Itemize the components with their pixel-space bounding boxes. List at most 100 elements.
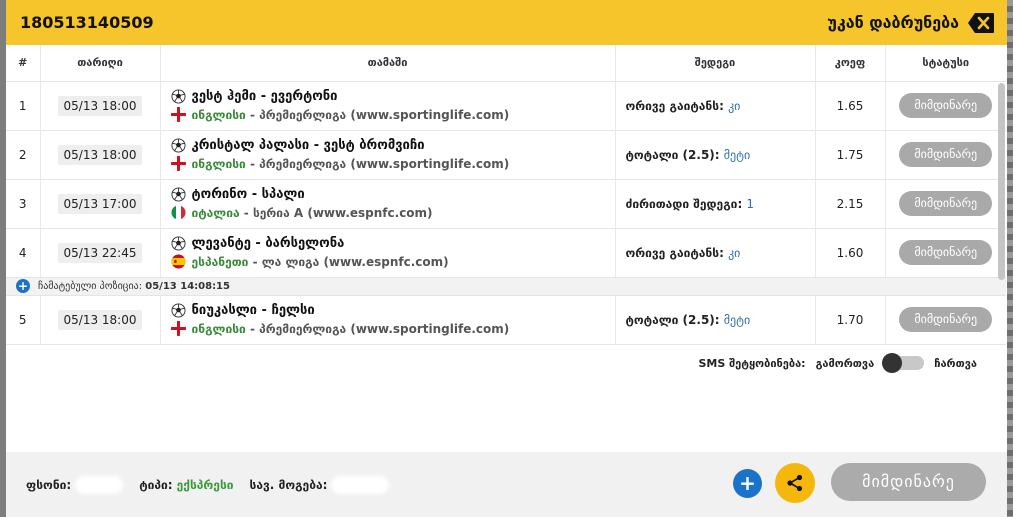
row-date: 05/13 18:00 — [40, 295, 161, 345]
table-row: 3 05/13 17:00 ტორინო - სპალი იტალია - სერია… — [6, 179, 1006, 229]
win-label: სავ. მოგება: — [249, 477, 328, 492]
market-pick: კი — [728, 98, 741, 113]
italy-flag-icon — [170, 205, 186, 220]
market-label: ორივე გაიტანს: — [625, 245, 729, 260]
status-pill[interactable]: მიმდინარე — [899, 240, 993, 265]
league-country: ინგლისი — [191, 321, 246, 336]
row-status: მიმდინარე — [885, 228, 1006, 278]
table-row: 5 05/13 18:00 ნიუკასლი - ჩელსი ინგლისი - პრ… — [6, 295, 1006, 345]
row-status: მიმდინარე — [885, 179, 1006, 229]
toggle-knob[interactable] — [882, 353, 903, 373]
added-position-row: + ჩამატებული პოზიცია: 05/13 14:08:15 — [6, 277, 1006, 296]
sms-label: SMS შეტყობინება: — [698, 356, 806, 370]
england-flag-icon — [170, 321, 186, 336]
added-position-time: 05/13 14:08:15 — [145, 281, 230, 292]
row-game: ტორინო - სპალი იტალია - სერია A (www.espn… — [160, 179, 616, 229]
market-pick: მეტი — [723, 312, 751, 327]
table-header: # თარიღი თამაში შედეგი კოეფ სტატუსი — [6, 45, 1006, 82]
stake-value-hidden — [75, 475, 124, 494]
ticket-modal: 180513140509 უკან დაბრუნება # თარიღი თამ… — [6, 0, 1007, 517]
league-name: - პრემიერლიგა (www.sportinglife.com) — [245, 156, 510, 171]
match-teams: ვესტ ჰემი - ევერტონი — [191, 89, 338, 104]
row-status: მიმდინარე — [885, 81, 1006, 131]
date-badge: 05/13 17:00 — [57, 193, 143, 214]
row-number: 2 — [6, 130, 41, 180]
league-country: ესპანეთი — [191, 254, 249, 269]
ticket-status-button[interactable]: მიმდინარე — [831, 463, 986, 501]
soccer-ball-icon — [170, 303, 186, 318]
plus-icon[interactable]: + — [16, 279, 30, 293]
row-number: 3 — [6, 179, 41, 229]
share-button[interactable] — [775, 463, 815, 503]
table-row: 4 05/13 22:45 ლევანტე - ბარსელონა ესპანეთი … — [6, 228, 1006, 278]
row-odds: 1.75 — [815, 130, 886, 180]
sms-toggle[interactable] — [882, 353, 925, 373]
add-button[interactable]: + — [733, 469, 762, 498]
league-country: ინგლისი — [191, 156, 246, 171]
sms-off-label: გამორთვა — [815, 356, 875, 370]
row-number: 1 — [6, 81, 41, 131]
row-date: 05/13 22:45 — [40, 228, 161, 278]
row-game: ლევანტე - ბარსელონა ესპანეთი - ლა ლიგა (w… — [160, 228, 616, 278]
status-pill[interactable]: მიმდინარე — [899, 142, 993, 167]
status-pill[interactable]: მიმდინარე — [899, 307, 993, 332]
stake-label: ფსონი: — [26, 477, 72, 492]
table-row: 2 05/13 18:00 კრისტალ პალასი - ვესტ ბრომვი… — [6, 130, 1006, 180]
row-odds: 2.15 — [815, 179, 886, 229]
table-row: 1 05/13 18:00 ვესტ ჰემი - ევერტონი ინგლისი … — [6, 81, 1006, 131]
match-league: ინგლისი - პრემიერლიგა (www.sportinglife.… — [192, 322, 510, 336]
league-country: ინგლისი — [191, 107, 246, 122]
date-badge: 05/13 18:00 — [57, 309, 143, 330]
soccer-ball-icon — [170, 138, 186, 153]
row-game: კრისტალ პალასი - ვესტ ბრომვიჩი ინგლისი - … — [160, 130, 616, 180]
bet-type: ტიპი: ექსპრესი — [139, 478, 233, 492]
col-outcome: შედეგი — [615, 45, 816, 82]
col-date: თარიღი — [40, 45, 161, 82]
market-label: ტოტალი (2.5): — [625, 147, 724, 162]
soccer-ball-icon — [170, 89, 186, 104]
back-label: უკან დაბრუნება — [827, 13, 959, 32]
row-game: ნიუკასლი - ჩელსი ინგლისი - პრემიერლიგა (w… — [160, 295, 616, 345]
market-pick: 1 — [746, 196, 755, 211]
close-x-icon[interactable] — [967, 12, 995, 34]
market-label: ძირითადი შედეგი: — [625, 196, 747, 211]
match-teams: ნიუკასლი - ჩელსი — [191, 303, 315, 318]
row-number: 5 — [6, 295, 41, 345]
row-outcome: ორივე გაიტანს: კი — [615, 228, 816, 278]
row-outcome: ორივე გაიტანს: კი — [615, 81, 816, 131]
match-league: ინგლისი - პრემიერლიგა (www.sportinglife.… — [192, 157, 510, 171]
col-status: სტატუსი — [885, 45, 1006, 82]
row-outcome: ტოტალი (2.5): მეტი — [615, 130, 816, 180]
status-pill[interactable]: მიმდინარე — [899, 191, 993, 216]
league-name: - პრემიერლიგა (www.sportinglife.com) — [245, 107, 510, 122]
row-status: მიმდინარე — [885, 295, 1006, 345]
spain-flag-icon — [170, 254, 186, 269]
england-flag-icon — [170, 107, 186, 122]
type-value: ექსპრესი — [176, 477, 234, 492]
row-status: მიმდინარე — [885, 130, 1006, 180]
share-icon — [787, 474, 803, 492]
row-odds: 1.60 — [815, 228, 886, 278]
row-date: 05/13 17:00 — [40, 179, 161, 229]
match-league: იტალია - სერია A (www.espnfc.com) — [192, 206, 433, 220]
market-label: ტოტალი (2.5): — [625, 312, 724, 327]
added-position-label: ჩამატებული პოზიცია: — [38, 281, 146, 292]
col-num: # — [6, 45, 41, 82]
date-badge: 05/13 18:00 — [57, 144, 143, 165]
table-scrollbar[interactable] — [998, 83, 1005, 280]
league-name: - პრემიერლიგა (www.sportinglife.com) — [245, 321, 510, 336]
league-name: - ლა ლიგა (www.espnfc.com) — [248, 254, 449, 269]
sms-on-label: ჩართვა — [934, 356, 977, 370]
match-teams: ტორინო - სპალი — [191, 187, 305, 202]
soccer-ball-icon — [170, 187, 186, 202]
col-game: თამაში — [160, 45, 616, 82]
status-pill[interactable]: მიმდინარე — [899, 93, 993, 118]
soccer-ball-icon — [170, 236, 186, 251]
england-flag-icon — [170, 156, 186, 171]
row-outcome: ტოტალი (2.5): მეტი — [615, 295, 816, 345]
row-game: ვესტ ჰემი - ევერტონი ინგლისი - პრემიერლიგ… — [160, 81, 616, 131]
league-name: - სერია A (www.espnfc.com) — [239, 205, 433, 220]
row-odds: 1.65 — [815, 81, 886, 131]
back-button[interactable]: უკან დაბრუნება — [827, 12, 995, 34]
date-badge: 05/13 18:00 — [57, 95, 143, 116]
